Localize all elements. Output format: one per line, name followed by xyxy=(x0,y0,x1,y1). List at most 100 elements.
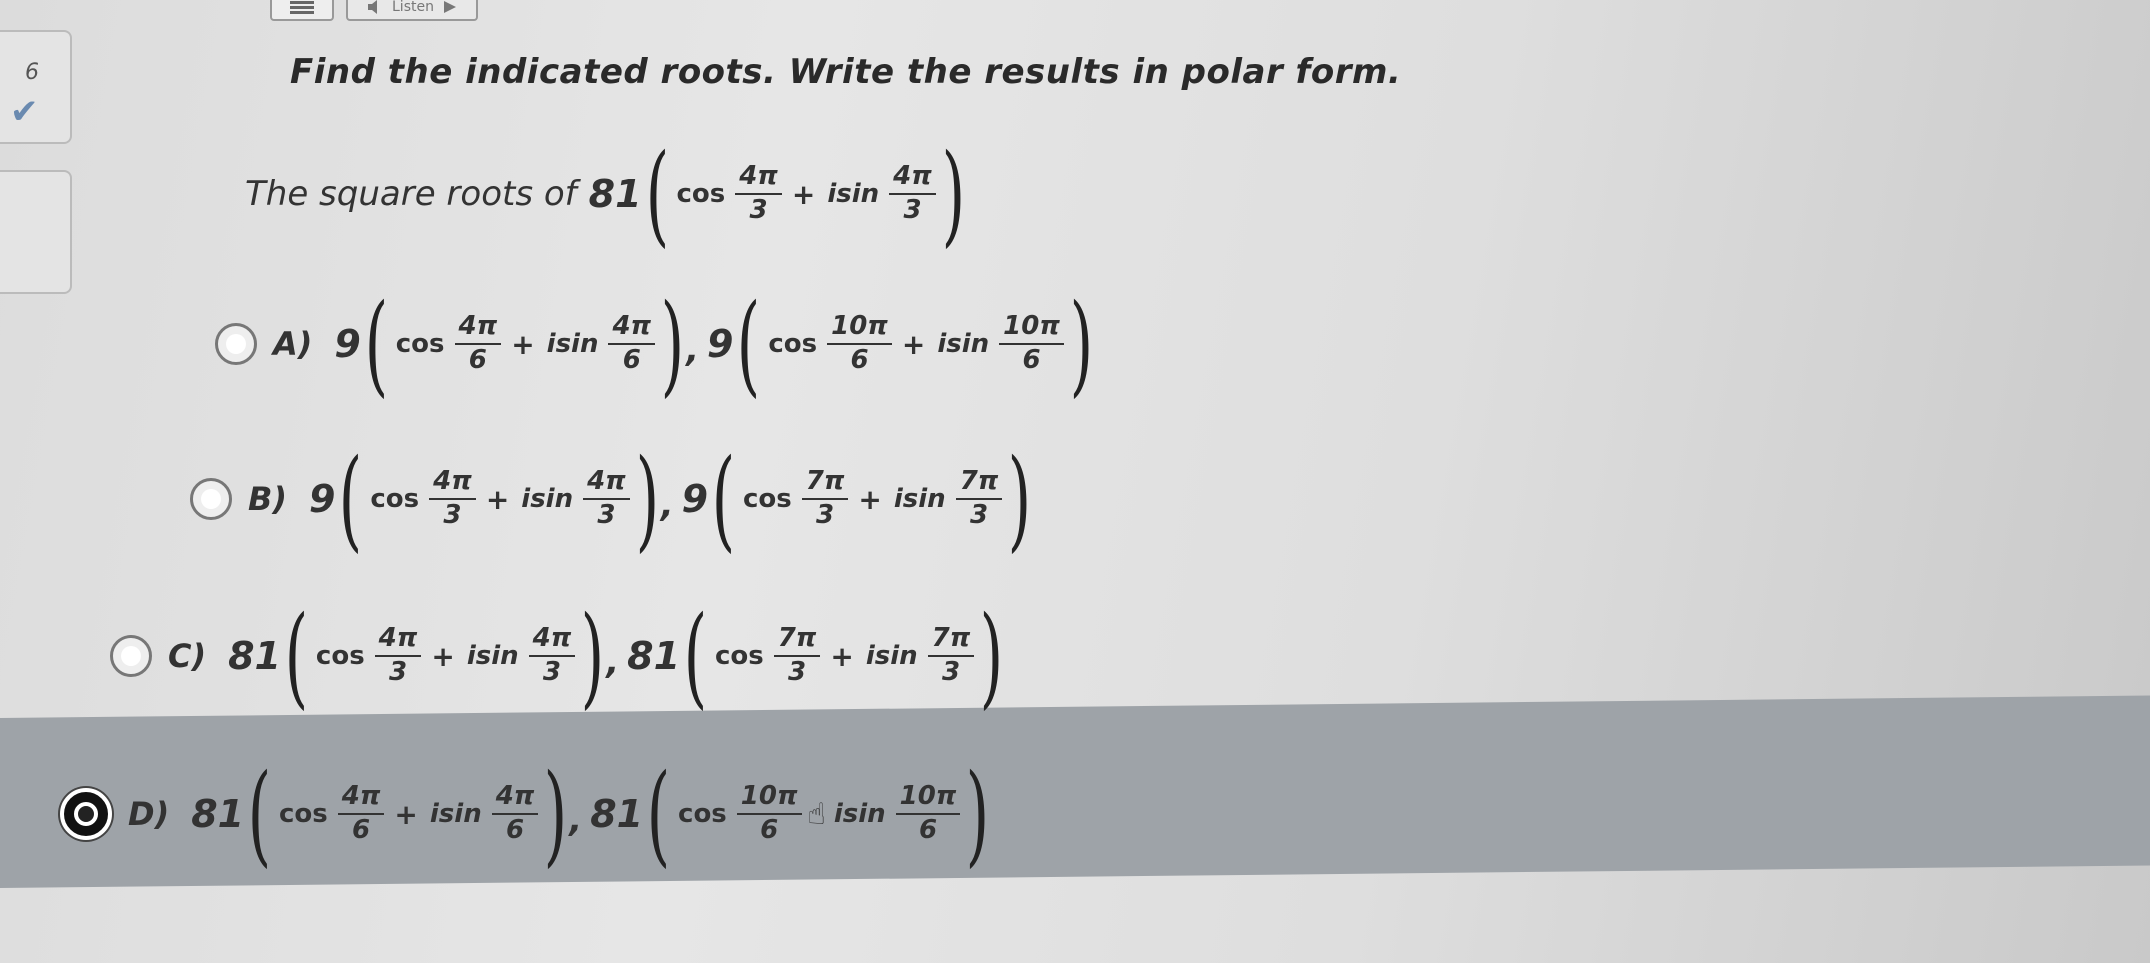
numerator: 7π xyxy=(955,467,1003,500)
fraction: 7π 3 xyxy=(927,624,975,688)
isin-label: isin xyxy=(521,484,574,514)
left-paren: ( xyxy=(683,592,708,720)
numerator: 10π xyxy=(827,312,892,345)
option-expression: 81 ( cos 4π 6 + isin 4π 6 ) , 81 ( cos 10π… xyxy=(191,750,990,878)
denominator: 3 xyxy=(787,656,807,687)
toolbar: Listen xyxy=(270,0,478,22)
right-paren: ) xyxy=(1069,280,1094,408)
coefficient: 9 xyxy=(706,322,734,366)
option-expression: 9 ( cos 4π 3 + isin 4π 3 ) , 9 ( cos 7π 3 +… xyxy=(309,435,1032,563)
listen-label: Listen xyxy=(392,0,434,15)
radio-button-c[interactable] xyxy=(110,635,152,677)
check-icon: ✔ xyxy=(10,92,39,132)
denominator: 6 xyxy=(505,814,525,845)
radio-button-b[interactable] xyxy=(190,478,232,520)
plus-sign: + xyxy=(511,327,535,361)
coefficient: 81 xyxy=(588,172,642,216)
fraction: 7π 3 xyxy=(773,624,821,688)
right-paren: ) xyxy=(979,592,1004,720)
denominator: 3 xyxy=(903,194,922,225)
plus-sign: + xyxy=(791,177,816,211)
numerator: 4π xyxy=(491,782,539,815)
coefficient: 81 xyxy=(590,792,644,836)
question-nav-item-next[interactable] xyxy=(0,170,72,294)
answer-option-b[interactable]: B) 9 ( cos 4π 3 + isin 4π 3 ) , 9 ( cos 7π… xyxy=(190,435,1032,563)
cos-label: cos xyxy=(279,799,328,829)
coefficient: 9 xyxy=(681,477,709,521)
right-paren: ) xyxy=(966,750,990,878)
numerator: 4π xyxy=(889,162,936,195)
question-number: 6 xyxy=(25,60,39,85)
fraction: 10π 6 xyxy=(827,312,892,376)
radio-button-a[interactable] xyxy=(215,323,257,365)
denominator: 3 xyxy=(941,656,961,687)
right-paren: ) xyxy=(941,130,966,258)
comma: , xyxy=(569,800,583,840)
coefficient: 81 xyxy=(191,792,245,836)
fraction: 10π 6 xyxy=(999,312,1064,376)
isin-label: isin xyxy=(937,329,990,359)
problem-expression: 81 ( cos 4π 3 + isin 4π 3 ) xyxy=(588,130,966,258)
plus-sign: + xyxy=(901,327,926,361)
plus-sign: + xyxy=(394,797,418,831)
denominator: 3 xyxy=(816,499,835,530)
menu-button[interactable] xyxy=(270,0,334,21)
plus-sign: + xyxy=(858,482,882,516)
cos-label: cos xyxy=(768,329,818,359)
left-paren: ( xyxy=(339,435,363,563)
numerator: 10π xyxy=(895,782,961,815)
problem-statement: The square roots of 81 ( cos 4π 3 + isin… xyxy=(245,130,966,258)
option-letter: A) xyxy=(273,325,313,363)
denominator: 3 xyxy=(749,194,768,225)
comma: , xyxy=(606,642,620,682)
play-icon xyxy=(443,1,456,13)
numerator: 4π xyxy=(337,782,385,815)
numerator: 4π xyxy=(583,467,630,500)
coefficient: 81 xyxy=(627,634,681,678)
numerator: 4π xyxy=(735,162,782,195)
plus-sign: + xyxy=(485,482,510,516)
comma: , xyxy=(660,485,674,525)
isin-label: isin xyxy=(865,641,918,671)
fraction: 4π 3 xyxy=(429,467,476,531)
option-letter: C) xyxy=(168,637,207,675)
numerator: 4π xyxy=(528,624,576,657)
fraction: 4π 6 xyxy=(454,312,502,376)
right-paren: ) xyxy=(1008,435,1032,563)
answer-option-a[interactable]: A) 9 ( cos 4π 6 + isin 4π 6 ) , 9 ( cos 10… xyxy=(215,280,1094,408)
denominator: 3 xyxy=(597,499,616,530)
left-paren: ( xyxy=(364,280,389,408)
right-paren: ) xyxy=(580,592,605,720)
plus-sign: + xyxy=(431,639,455,673)
numerator: 4π xyxy=(454,312,502,345)
hand-pointer-cursor-icon: ☝ xyxy=(807,796,826,832)
listen-button[interactable]: Listen xyxy=(346,0,478,21)
fraction: 4π 3 xyxy=(735,162,782,226)
cos-label: cos xyxy=(370,484,420,514)
comma: , xyxy=(686,330,699,370)
denominator: 6 xyxy=(352,814,371,845)
answer-option-c[interactable]: C) 81 ( cos 4π 3 + isin 4π 3 ) , 81 ( cos … xyxy=(110,592,1004,720)
question-nav-item-6[interactable]: 6 ✔ xyxy=(0,30,72,144)
coefficient: 81 xyxy=(228,634,281,678)
left-paren: ( xyxy=(646,750,671,878)
option-letter: D) xyxy=(128,795,170,833)
denominator: 6 xyxy=(918,814,938,845)
radio-button-d-selected[interactable] xyxy=(60,788,112,840)
denominator: 6 xyxy=(1022,344,1041,375)
numerator: 7π xyxy=(801,467,849,500)
answer-option-d[interactable]: D) 81 ( cos 4π 6 + isin 4π 6 ) , 81 ( cos … xyxy=(60,750,990,878)
coefficient: 9 xyxy=(334,322,361,366)
plus-sign: + xyxy=(830,639,854,673)
fraction: 4π 3 xyxy=(583,467,630,531)
numerator: 10π xyxy=(999,312,1064,345)
fraction: 4π 3 xyxy=(528,624,576,688)
fraction: 7π 3 xyxy=(955,467,1003,531)
numerator: 4π xyxy=(608,312,656,345)
right-paren: ) xyxy=(544,750,568,878)
option-expression: 81 ( cos 4π 3 + isin 4π 3 ) , 81 ( cos 7π 3… xyxy=(228,592,1004,720)
instruction-text: Find the indicated roots. Write the resu… xyxy=(290,52,1402,92)
denominator: 3 xyxy=(542,656,561,687)
isin-label: isin xyxy=(466,641,519,671)
left-paren: ( xyxy=(711,435,736,563)
